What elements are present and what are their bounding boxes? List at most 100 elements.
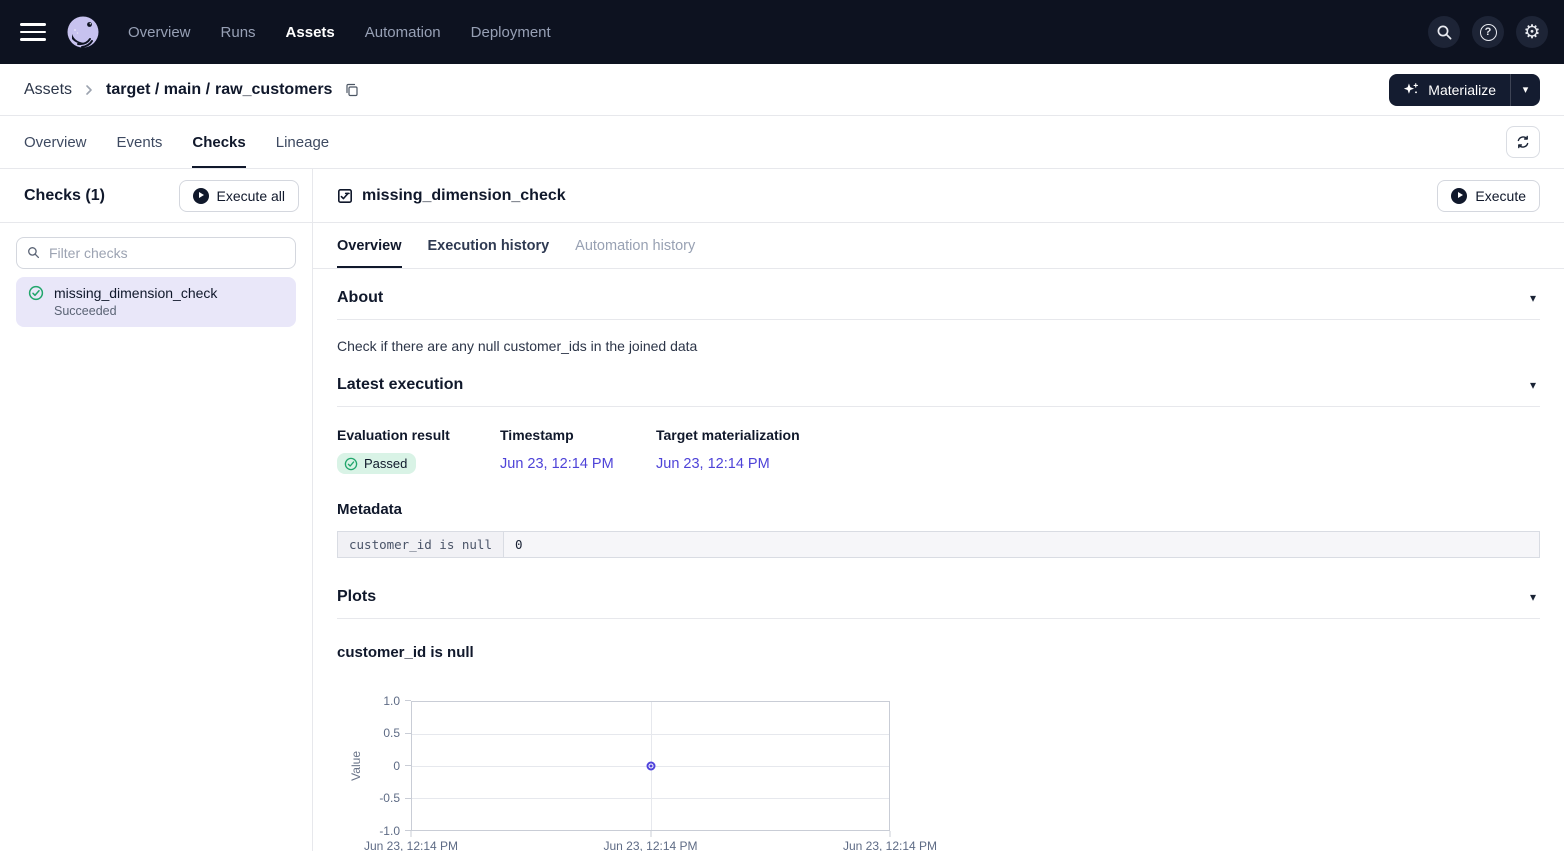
plot-column: Jun 23, 12:14 PMJun 23, 12:14 PMJun 23, … [411, 701, 890, 851]
x-tick-mark [890, 831, 891, 837]
checks-panel-title: Checks (1) [24, 187, 105, 205]
search-icon [27, 246, 40, 259]
asset-tabs: Overview Events Checks Lineage [24, 116, 329, 168]
nav-item-assets[interactable]: Assets [286, 24, 335, 41]
tab-check-overview[interactable]: Overview [337, 223, 402, 268]
about-section-header: About ▾ [337, 269, 1540, 319]
col-timestamp: Timestamp [500, 427, 656, 443]
check-detail-tabs: Overview Execution history Automation hi… [313, 223, 1564, 269]
sparkles-icon [1403, 81, 1420, 98]
x-tick-label: Jun 23, 12:14 PM [843, 839, 937, 851]
x-axis-tick-marks [411, 831, 890, 837]
check-detail-body: About ▾ Check if there are any null cust… [313, 269, 1564, 851]
execution-values-row: Passed Jun 23, 12:14 PM Jun 23, 12:14 PM [337, 453, 1540, 476]
collapse-caret-icon[interactable]: ▾ [1526, 588, 1540, 606]
breadcrumb-asset-name[interactable]: raw_customers [215, 81, 332, 99]
x-tick-mark [650, 831, 651, 837]
execution-columns-header: Evaluation result Timestamp Target mater… [337, 427, 1540, 443]
gear-icon[interactable]: ⚙ [1516, 16, 1548, 48]
tab-automation-history[interactable]: Automation history [575, 223, 695, 268]
materialize-split-button: Materialize ▾ [1389, 74, 1540, 106]
y-tick: -0.5 [379, 791, 411, 805]
divider [337, 319, 1540, 320]
execute-button[interactable]: Execute [1437, 180, 1540, 212]
check-value-chart: Value 1.00.50-0.5-1.0 Jun 23, 12:14 PMJu… [349, 701, 1540, 851]
plots-heading: Plots [337, 588, 376, 606]
about-description: Check if there are any null customer_ids… [337, 338, 1540, 354]
plot-title: customer_id is null [337, 644, 1540, 661]
dagster-logo[interactable] [64, 13, 102, 51]
col-evaluation-result: Evaluation result [337, 427, 500, 443]
filter-checks-input[interactable] [16, 237, 296, 269]
check-detail-header: missing_dimension_check Execute [313, 169, 1564, 223]
filter-checks-wrap [0, 223, 312, 269]
divider [337, 618, 1540, 619]
status-badge: Passed [337, 453, 416, 474]
breadcrumb-asset-path[interactable]: target / main / [106, 81, 210, 99]
hamburger-menu-icon[interactable] [20, 23, 46, 41]
chevron-right-icon [82, 83, 96, 97]
x-tick-label: Jun 23, 12:14 PM [364, 839, 458, 851]
refresh-icon[interactable] [1506, 126, 1540, 158]
check-item-name: missing_dimension_check [54, 285, 217, 301]
nav-item-runs[interactable]: Runs [221, 24, 256, 41]
nav-item-automation[interactable]: Automation [365, 24, 441, 41]
x-tick-label: Jun 23, 12:14 PM [603, 839, 697, 851]
top-navigation-bar: Overview Runs Assets Automation Deployme… [0, 0, 1564, 64]
list-item-check[interactable]: missing_dimension_check Succeeded [16, 277, 296, 327]
check-detail-panel: missing_dimension_check Execute Overview… [313, 169, 1564, 851]
nav-item-deployment[interactable]: Deployment [471, 24, 551, 41]
plots-section-header: Plots ▾ [337, 558, 1540, 618]
y-axis-title: Value [349, 701, 363, 831]
breadcrumb-row: Assets target / main / raw_customers Mat… [0, 64, 1564, 116]
execute-all-button[interactable]: Execute all [179, 180, 299, 212]
x-tick-mark [411, 831, 412, 837]
play-icon [1451, 188, 1467, 204]
timestamp-link[interactable]: Jun 23, 12:14 PM [500, 456, 614, 472]
materialize-dropdown-caret[interactable]: ▾ [1510, 74, 1540, 106]
asset-tabs-row: Overview Events Checks Lineage [0, 116, 1564, 169]
latest-execution-heading: Latest execution [337, 376, 463, 394]
breadcrumb-assets-link[interactable]: Assets [24, 81, 72, 99]
help-icon[interactable]: ? [1472, 16, 1504, 48]
metadata-value: 0 [504, 531, 1540, 557]
metadata-table: customer_id is null 0 [337, 531, 1540, 558]
col-target-materialization: Target materialization [656, 427, 1540, 443]
y-tick: 0.5 [383, 726, 411, 740]
plot-area [411, 701, 890, 831]
play-icon [193, 188, 209, 204]
tab-checks[interactable]: Checks [192, 116, 245, 168]
checks-list: missing_dimension_check Succeeded [0, 269, 312, 335]
y-axis-ticks: 1.00.50-0.5-1.0 [363, 701, 411, 831]
content-area: Checks (1) Execute all missing_dimension… [0, 169, 1564, 851]
checks-panel-header: Checks (1) Execute all [0, 169, 312, 223]
y-tick: -1.0 [379, 824, 411, 838]
metadata-key: customer_id is null [338, 531, 504, 557]
page-title: missing_dimension_check [362, 187, 566, 205]
nav-actions: ? ⚙ [1428, 16, 1548, 48]
latest-execution-section-header: Latest execution ▾ [337, 354, 1540, 406]
metadata-heading: Metadata [337, 501, 1540, 518]
x-axis-labels: Jun 23, 12:14 PMJun 23, 12:14 PMJun 23, … [411, 839, 890, 851]
tab-events[interactable]: Events [117, 116, 163, 168]
tab-execution-history[interactable]: Execution history [428, 223, 550, 268]
y-tick: 1.0 [383, 694, 411, 708]
nav-item-overview[interactable]: Overview [128, 24, 191, 41]
target-materialization-link[interactable]: Jun 23, 12:14 PM [656, 456, 770, 472]
checks-sidebar: Checks (1) Execute all missing_dimension… [0, 169, 313, 851]
copy-icon[interactable] [342, 80, 361, 99]
materialize-button[interactable]: Materialize [1389, 74, 1510, 106]
data-point [646, 761, 655, 770]
about-heading: About [337, 289, 383, 307]
table-row: customer_id is null 0 [338, 531, 1540, 557]
collapse-caret-icon[interactable]: ▾ [1526, 289, 1540, 307]
search-icon[interactable] [1428, 16, 1460, 48]
tab-lineage[interactable]: Lineage [276, 116, 329, 168]
primary-nav: Overview Runs Assets Automation Deployme… [128, 24, 551, 41]
tab-overview[interactable]: Overview [24, 116, 87, 168]
passed-check-icon [344, 457, 358, 471]
collapse-caret-icon[interactable]: ▾ [1526, 376, 1540, 394]
asset-check-icon [337, 188, 353, 204]
y-tick: 0 [393, 759, 411, 773]
check-succeeded-icon [28, 285, 44, 301]
